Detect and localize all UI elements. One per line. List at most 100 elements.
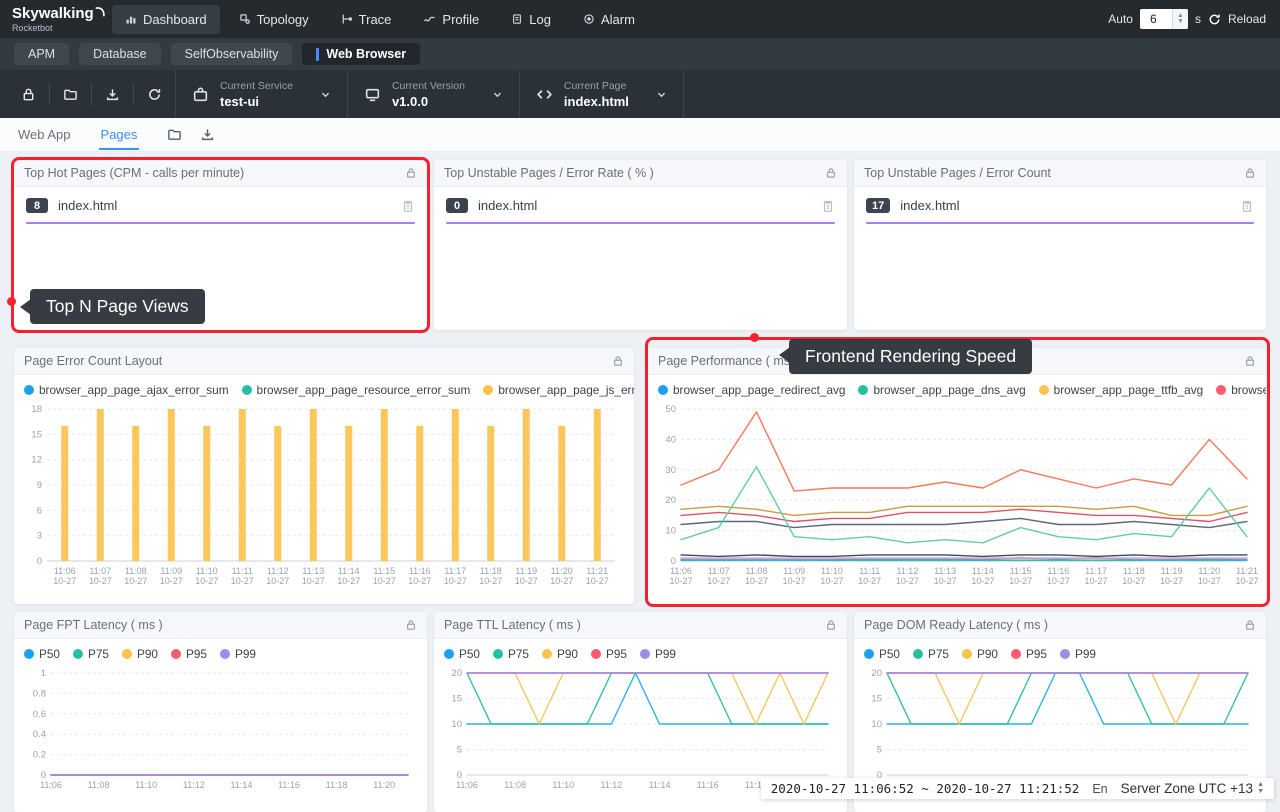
download-icon[interactable] — [200, 127, 215, 142]
legend-item[interactable]: P90 — [122, 647, 158, 661]
svg-text:10-27: 10-27 — [195, 576, 218, 586]
refresh-icon[interactable] — [134, 83, 175, 105]
reload-icon[interactable] — [1208, 13, 1221, 26]
subnav-item-web-browser[interactable]: Web Browser — [302, 43, 420, 65]
copy-icon[interactable] — [821, 199, 835, 213]
legend-item[interactable]: P75 — [913, 647, 949, 661]
legend-item[interactable]: P99 — [220, 647, 256, 661]
legend-item[interactable]: P95 — [171, 647, 207, 661]
svg-text:18: 18 — [31, 404, 42, 415]
nav-item-topology[interactable]: Topology — [226, 5, 322, 34]
lock-icon[interactable] — [825, 619, 837, 631]
svg-text:10-27: 10-27 — [444, 576, 467, 586]
svg-text:11:11: 11:11 — [859, 566, 880, 576]
legend-item[interactable]: P75 — [73, 647, 109, 661]
lock-icon[interactable] — [405, 167, 417, 179]
legend-item[interactable]: P75 — [493, 647, 529, 661]
svg-text:10-27: 10-27 — [1198, 576, 1221, 586]
legend-item[interactable]: P90 — [962, 647, 998, 661]
page-name: index.html — [900, 198, 1240, 213]
lock-icon[interactable] — [8, 83, 50, 105]
nav-item-profile[interactable]: Profile — [410, 5, 492, 34]
panel-title: Top Unstable Pages / Error Rate ( % ) — [444, 166, 825, 180]
subnav-item-database[interactable]: Database — [79, 43, 161, 65]
time-range-picker[interactable]: 2020-10-27 11:06:52 ~ 2020-10-27 11:21:5… — [771, 781, 1080, 796]
selector-label: Current Version — [392, 80, 465, 92]
folder-icon[interactable] — [167, 127, 182, 142]
current-service-selector[interactable]: Current Service test-ui — [175, 70, 347, 118]
legend-label: browser_app_page_dns_avg — [873, 383, 1025, 397]
language-toggle[interactable]: En — [1092, 782, 1107, 796]
monitor-icon — [364, 86, 381, 103]
legend-item[interactable]: browser_app_page_tcp_avg — [1216, 383, 1266, 397]
page-fpt-line-chart[interactable]: 00.20.40.60.8111:0611:0811:1011:1211:141… — [21, 665, 420, 795]
subnav-item-apm[interactable]: APM — [14, 43, 69, 65]
page-performance-line-chart[interactable]: 0102030405011:0610-2711:0710-2711:0810-2… — [655, 401, 1259, 593]
legend-item[interactable]: P95 — [1011, 647, 1047, 661]
legend-item[interactable]: P95 — [591, 647, 627, 661]
tab-pages[interactable]: Pages — [99, 119, 140, 150]
legend-item[interactable]: P99 — [640, 647, 676, 661]
annotation-tooltip-top-n: Top N Page Views — [30, 289, 205, 324]
legend-dot-icon — [591, 649, 601, 659]
page-ttl-line-chart[interactable]: 0510152011:0611:0811:1011:1211:1411:1611… — [441, 665, 840, 795]
lock-icon[interactable] — [405, 619, 417, 631]
auto-interval-input[interactable]: 6 ▲▼ — [1140, 9, 1188, 29]
legend-item[interactable]: browser_app_page_resource_error_sum — [242, 383, 471, 397]
svg-text:10-27: 10-27 — [971, 576, 994, 586]
svg-text:15: 15 — [31, 429, 42, 440]
legend-item[interactable]: browser_app_page_js_error_sum — [483, 383, 634, 397]
selector-label: Current Service — [220, 80, 293, 92]
svg-text:11:14: 11:14 — [972, 566, 994, 576]
subnav-item-selfobservability[interactable]: SelfObservability — [171, 43, 293, 65]
list-item[interactable]: 17 index.html — [854, 187, 1266, 213]
lock-icon[interactable] — [1244, 355, 1256, 367]
nav-item-dashboard[interactable]: Dashboard — [112, 5, 220, 34]
number-stepper[interactable]: ▲▼ — [1172, 9, 1188, 29]
reload-label[interactable]: Reload — [1228, 12, 1266, 26]
svg-text:10-27: 10-27 — [124, 576, 147, 586]
legend-item[interactable]: P99 — [1060, 647, 1096, 661]
page-dom-ready-line-chart[interactable]: 0510152011:0611:0811:1011:1211:1411:1611… — [861, 665, 1260, 795]
auto-reload-controls: Auto 6 ▲▼ s Reload — [1108, 9, 1266, 29]
svg-text:11:16: 11:16 — [278, 780, 300, 790]
lock-icon[interactable] — [612, 355, 624, 367]
legend-item[interactable]: P90 — [542, 647, 578, 661]
legend-dot-icon — [493, 649, 503, 659]
current-page-selector[interactable]: Current Page index.html — [519, 70, 683, 118]
svg-text:11:11: 11:11 — [232, 566, 253, 576]
list-item[interactable]: 0 index.html — [434, 187, 847, 213]
legend-item[interactable]: browser_app_page_redirect_avg — [658, 383, 845, 397]
export-download-icon[interactable] — [92, 83, 134, 105]
logo-subtitle: Rocketbot — [12, 24, 108, 33]
svg-text:6: 6 — [37, 505, 42, 516]
svg-text:11:08: 11:08 — [88, 780, 110, 790]
tab-tools — [167, 127, 215, 142]
zone-stepper[interactable]: ▲▼ — [1257, 782, 1264, 795]
legend-item[interactable]: browser_app_page_dns_avg — [858, 383, 1025, 397]
nav-item-log[interactable]: Log — [498, 5, 564, 34]
copy-icon[interactable] — [1240, 199, 1254, 213]
current-version-selector[interactable]: Current Version v1.0.0 — [347, 70, 519, 118]
lock-icon[interactable] — [825, 167, 837, 179]
legend-dot-icon — [864, 649, 874, 659]
nav-item-trace[interactable]: Trace — [328, 5, 405, 34]
legend-label: P99 — [235, 647, 256, 661]
page-error-bar-chart[interactable]: 036912151811:0610-2711:0710-2711:0810-27… — [21, 401, 627, 593]
tab-web-app[interactable]: Web App — [16, 119, 73, 150]
folder-icon[interactable] — [50, 83, 92, 105]
legend-item[interactable]: P50 — [444, 647, 480, 661]
legend-item[interactable]: browser_app_page_ajax_error_sum — [24, 383, 229, 397]
legend-dot-icon — [1039, 385, 1049, 395]
rank-bar — [26, 222, 415, 224]
list-item[interactable]: 8 index.html — [14, 187, 427, 213]
copy-icon[interactable] — [401, 199, 415, 213]
lock-icon[interactable] — [1244, 167, 1256, 179]
lock-icon[interactable] — [1244, 619, 1256, 631]
svg-text:10-27: 10-27 — [745, 576, 768, 586]
legend-item[interactable]: P50 — [864, 647, 900, 661]
legend-item[interactable]: P50 — [24, 647, 60, 661]
legend-item[interactable]: browser_app_page_ttfb_avg — [1039, 383, 1204, 397]
nav-item-alarm[interactable]: Alarm — [570, 5, 648, 34]
legend-label: P95 — [606, 647, 627, 661]
